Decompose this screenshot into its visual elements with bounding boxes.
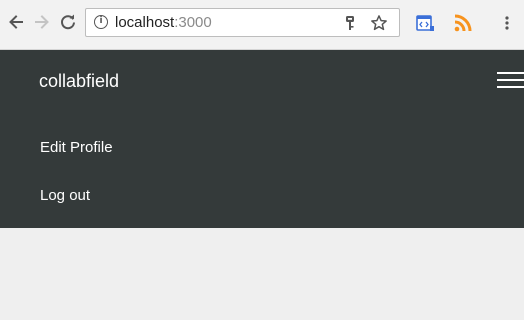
info-icon[interactable]: i [94,15,108,29]
edit-profile-link[interactable]: Edit Profile [40,139,113,157]
address-bar[interactable]: i localhost:3000 [85,8,400,37]
arrow-right-icon [35,15,49,29]
reload-button[interactable] [56,10,80,34]
brand-logo[interactable]: collabfield [39,70,119,92]
hamburger-menu-icon[interactable] [497,71,524,91]
reload-icon [61,14,75,30]
devtools-icon[interactable] [414,12,436,34]
url-text[interactable]: localhost:3000 [115,14,212,31]
forward-button[interactable] [30,10,54,34]
rss-icon[interactable] [452,12,474,34]
log-out-link[interactable]: Log out [40,187,90,205]
url-host: localhost [115,14,175,31]
browser-toolbar: i localhost:3000 [0,0,524,50]
star-icon[interactable] [370,14,388,32]
app-navbar: collabfield Edit Profile Log out [0,50,524,228]
url-port: :3000 [174,14,212,31]
back-button[interactable] [4,10,28,34]
page-content [0,228,524,320]
key-icon[interactable] [341,14,359,32]
arrow-left-icon [9,15,23,29]
vertical-dots-icon[interactable] [496,12,518,34]
